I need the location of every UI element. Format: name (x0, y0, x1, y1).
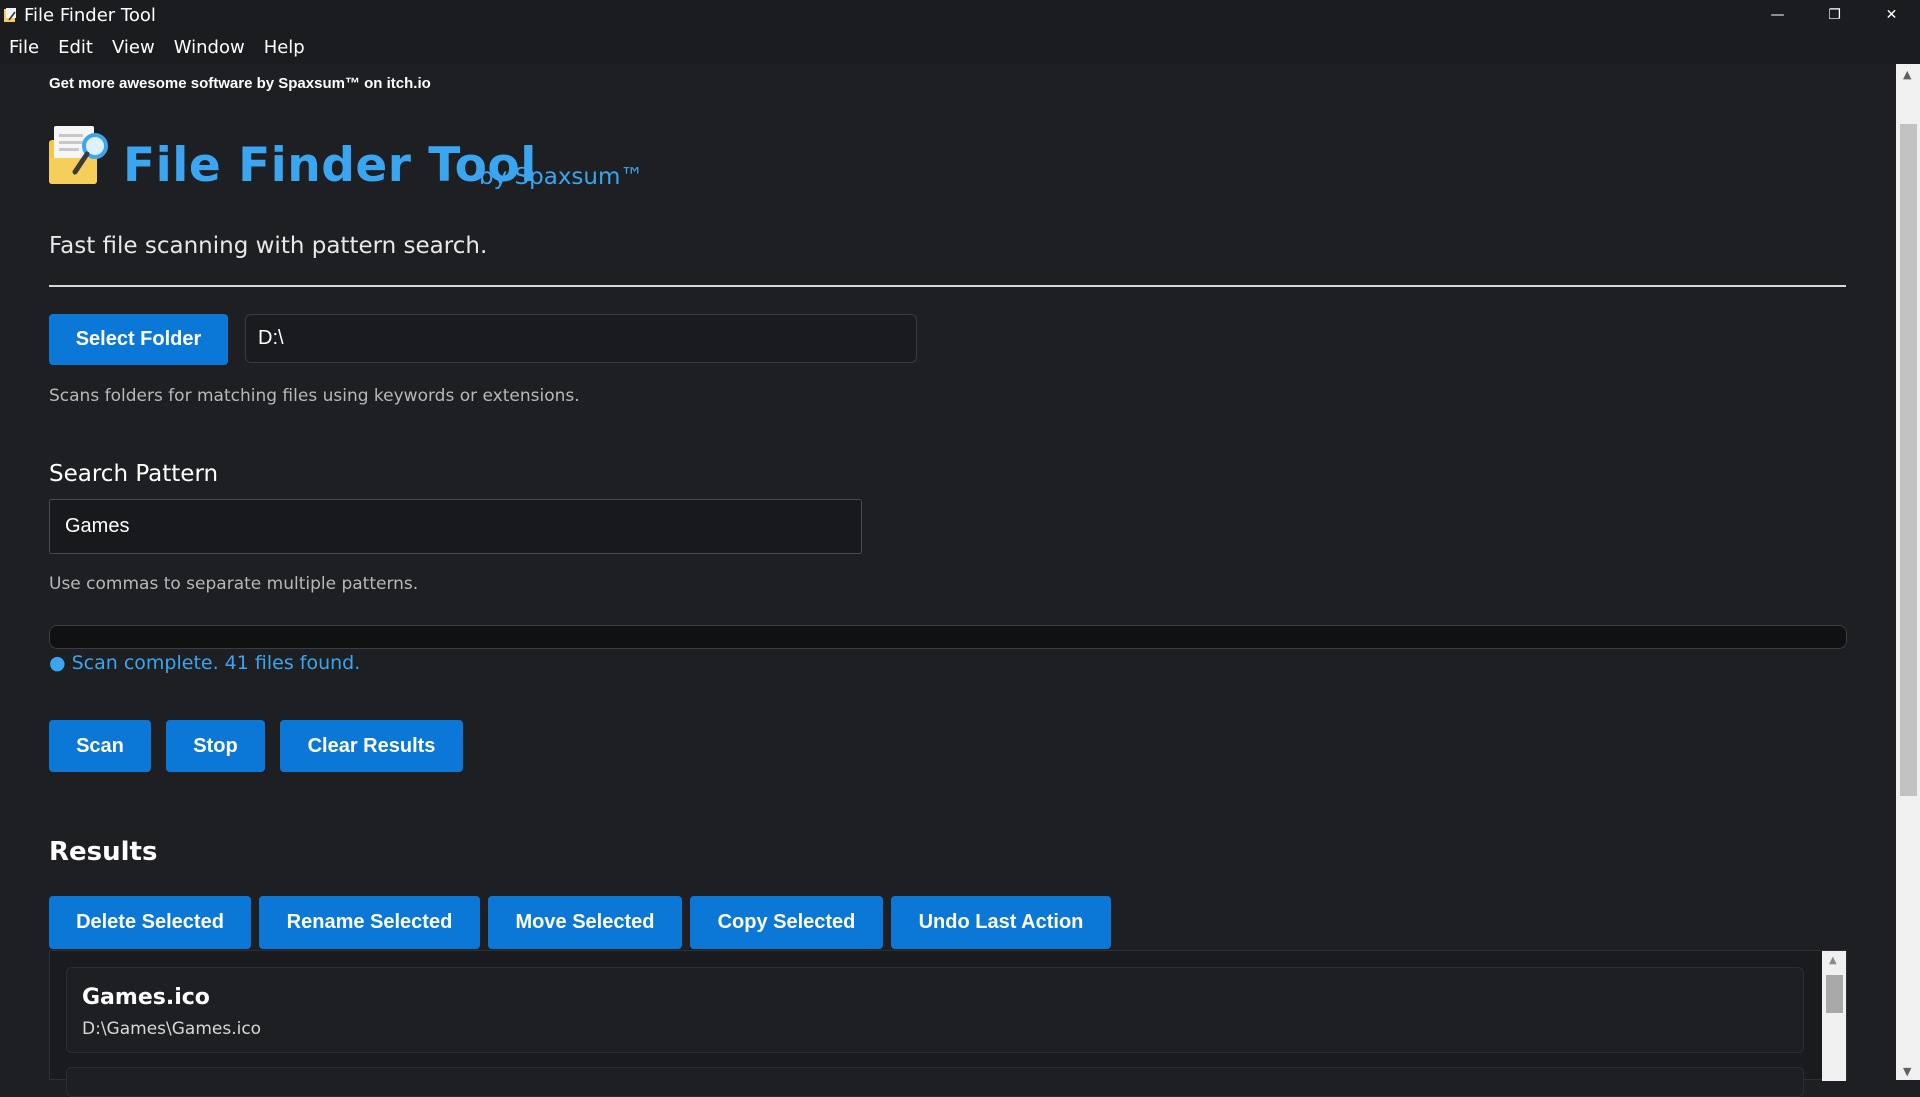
menu-file[interactable]: File (9, 37, 39, 58)
result-item[interactable] (66, 1067, 1804, 1097)
menu-window[interactable]: Window (174, 37, 245, 58)
promo-link[interactable]: Get more awesome software by Spaxsum™ on… (49, 75, 431, 92)
folder-path-field[interactable]: D:\ (245, 314, 917, 363)
scan-status: ● Scan complete. 41 files found. (49, 652, 361, 674)
result-file-name: Games.ico (82, 985, 210, 1010)
results-scrollbar[interactable]: ▲ (1822, 951, 1846, 1081)
app-icon (4, 8, 16, 22)
search-pattern-label: Search Pattern (49, 461, 219, 487)
minimize-button[interactable]: — (1749, 0, 1806, 30)
undo-last-action-button[interactable]: Undo Last Action (891, 896, 1111, 949)
result-item[interactable]: Games.ico D:\Games\Games.ico (66, 967, 1804, 1053)
folder-hint: Scans folders for matching files using k… (49, 386, 580, 406)
menu-bar: File Edit View Window Help (0, 30, 1920, 64)
app-author: by Spaxsum™ (479, 164, 644, 190)
results-list[interactable]: Games.ico D:\Games\Games.ico ▲ (49, 950, 1847, 1097)
window-controls: — ❐ ✕ (1749, 0, 1920, 30)
search-pattern-input[interactable]: Games (49, 499, 862, 554)
scroll-up-arrow-icon[interactable]: ▲ (1903, 68, 1911, 81)
main-scrollbar[interactable]: ▲ ▼ (1896, 64, 1920, 1080)
close-button[interactable]: ✕ (1863, 0, 1920, 30)
notepad-magnifier-icon (49, 126, 108, 184)
app-tagline: Fast file scanning with pattern search. (49, 233, 488, 259)
clear-results-button[interactable]: Clear Results (280, 720, 463, 772)
result-file-path: D:\Games\Games.ico (82, 1019, 262, 1039)
title-bar: File Finder Tool — ❐ ✕ (0, 0, 1920, 30)
scan-button[interactable]: Scan (49, 720, 151, 772)
menu-help[interactable]: Help (264, 37, 305, 58)
scan-progress-bar (49, 625, 1847, 649)
header-divider (49, 285, 1846, 287)
app-title: File Finder Tool (123, 138, 537, 193)
main-content: Get more awesome software by Spaxsum™ on… (0, 64, 1896, 1097)
delete-selected-button[interactable]: Delete Selected (49, 896, 251, 949)
menu-view[interactable]: View (112, 37, 155, 58)
scroll-down-arrow-icon[interactable]: ▼ (1903, 1065, 1911, 1078)
rename-selected-button[interactable]: Rename Selected (259, 896, 480, 949)
stop-button[interactable]: Stop (166, 720, 265, 772)
scroll-up-arrow-icon[interactable]: ▲ (1829, 955, 1837, 966)
move-selected-button[interactable]: Move Selected (488, 896, 682, 949)
window-title: File Finder Tool (24, 4, 156, 26)
restore-button[interactable]: ❐ (1806, 0, 1863, 30)
results-title: Results (49, 837, 158, 867)
search-hint: Use commas to separate multiple patterns… (49, 574, 419, 594)
copy-selected-button[interactable]: Copy Selected (690, 896, 883, 949)
menu-edit[interactable]: Edit (58, 37, 93, 58)
select-folder-button[interactable]: Select Folder (49, 314, 228, 365)
main-scroll-thumb[interactable] (1900, 124, 1917, 796)
results-scroll-thumb[interactable] (1826, 975, 1843, 1013)
